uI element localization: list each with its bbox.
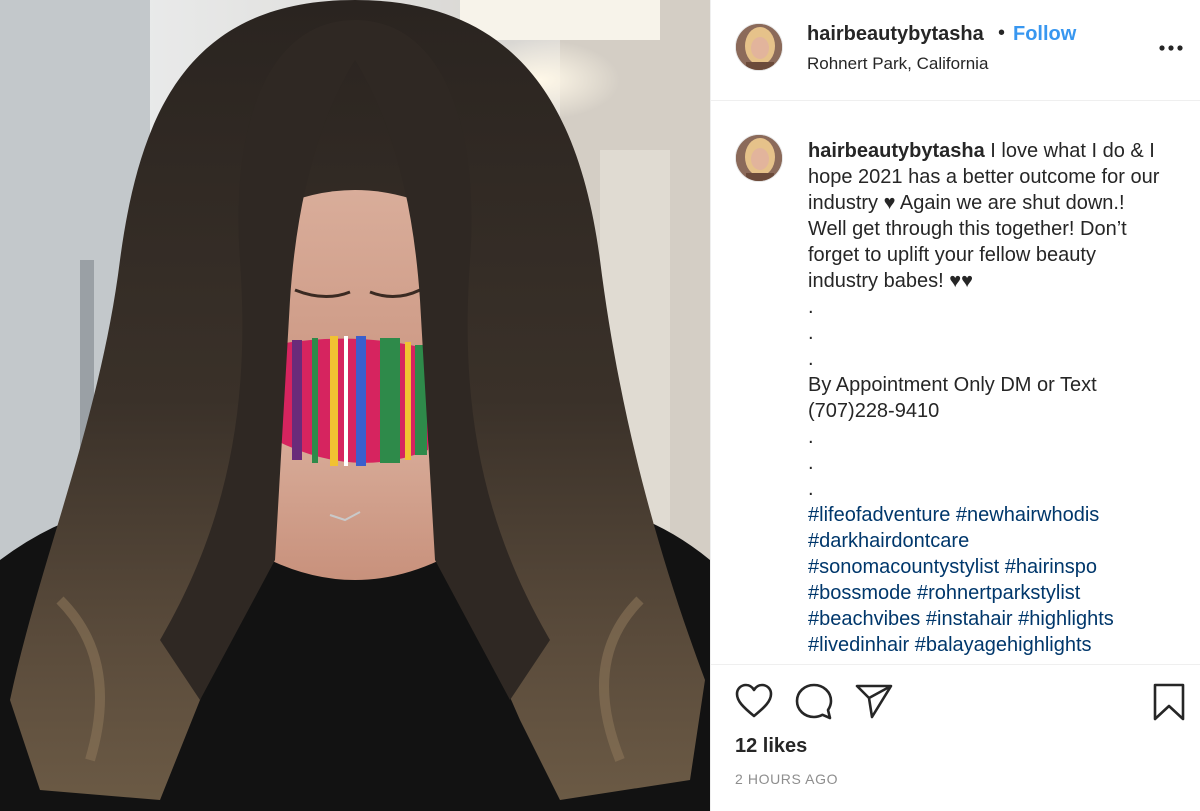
hashtag-link[interactable]: #lifeofadventure xyxy=(808,504,950,526)
post-side-panel: hairbeautybytasha • Follow Rohnert Park,… xyxy=(710,0,1200,811)
post-photo[interactable] xyxy=(0,0,710,811)
caption-line: . xyxy=(808,296,814,318)
caption-line: . xyxy=(808,348,814,370)
hashtag-link[interactable]: #instahair xyxy=(926,608,1013,630)
hashtag-link[interactable]: #livedinhair xyxy=(808,634,909,656)
follow-button[interactable]: Follow xyxy=(1013,23,1076,46)
post-timestamp[interactable]: 2 HOURS AGO xyxy=(735,771,838,787)
caption-line: industry ♥ Again we are shut down.! xyxy=(808,192,1125,214)
hashtag-link[interactable]: #bossmode xyxy=(808,582,911,604)
caption-line: hairbeautybytasha I love what I do & I xyxy=(808,138,1188,164)
caption-line: industry babes! ♥♥ xyxy=(808,270,973,292)
hashtag-link[interactable]: #hairinspo xyxy=(1005,556,1097,578)
avatar[interactable] xyxy=(735,134,783,182)
header-username[interactable]: hairbeautybytasha xyxy=(807,23,984,46)
caption-line: . xyxy=(808,478,814,500)
likes-count[interactable]: 12 likes xyxy=(735,735,807,758)
comment-icon[interactable] xyxy=(795,683,833,726)
caption-line: . xyxy=(808,452,814,474)
post-actions: 12 likes 2 HOURS AGO xyxy=(711,664,1200,811)
bookmark-icon[interactable] xyxy=(1152,683,1186,726)
post-header: hairbeautybytasha • Follow Rohnert Park,… xyxy=(711,0,1200,101)
caption-line: . xyxy=(808,322,814,344)
hashtag-line: #lifeofadventure #newhairwhodis xyxy=(808,502,1188,528)
hashtag-link[interactable]: #beachvibes xyxy=(808,608,920,630)
heart-icon[interactable] xyxy=(735,683,773,724)
caption-line: forget to uplift your fellow beauty xyxy=(808,244,1096,266)
caption-line: Well get through this together! Don’t xyxy=(808,218,1127,240)
hashtag-line: #bossmode #rohnertparkstylist xyxy=(808,580,1188,606)
caption-username[interactable]: hairbeautybytasha xyxy=(808,140,985,162)
caption-line: By Appointment Only DM or Text xyxy=(808,374,1097,396)
avatar-image xyxy=(736,135,782,181)
hashtag-link[interactable]: #newhairwhodis xyxy=(956,504,1099,526)
avatar[interactable] xyxy=(735,23,783,71)
hashtag-line: #sonomacountystylist #hairinspo xyxy=(808,554,1188,580)
hashtag-line: #livedinhair #balayagehighlights xyxy=(808,632,1188,658)
hashtag-link[interactable]: #sonomacountystylist xyxy=(808,556,999,578)
caption-line: . xyxy=(808,426,814,448)
hashtag-line: #beachvibes #instahair #highlights xyxy=(808,606,1188,632)
avatar-image xyxy=(736,24,782,70)
face-mask xyxy=(272,336,432,466)
hashtag-link[interactable]: #darkhairdontcare xyxy=(808,530,969,552)
send-icon[interactable] xyxy=(855,683,893,724)
photo-illustration xyxy=(0,0,710,811)
caption-line: (707)228-9410 xyxy=(808,400,940,422)
hashtag-link[interactable]: #highlights xyxy=(1018,608,1114,630)
more-horizontal-icon[interactable] xyxy=(1157,38,1185,58)
hashtag-line: #darkhairdontcare xyxy=(808,528,1188,554)
hashtag-link[interactable]: #balayagehighlights xyxy=(915,634,1092,656)
caption-text: I love what I do & I xyxy=(990,140,1155,162)
post-location[interactable]: Rohnert Park, California xyxy=(807,54,988,74)
hashtag-list: #lifeofadventure #newhairwhodis #darkhai… xyxy=(808,502,1188,658)
header-separator: • xyxy=(998,22,1006,44)
caption-area: hairbeautybytasha I love what I do & I h… xyxy=(711,101,1200,664)
post-caption: hairbeautybytasha I love what I do & I h… xyxy=(808,138,1188,658)
hashtag-link[interactable]: #rohnertparkstylist xyxy=(917,582,1080,604)
caption-line: hope 2021 has a better outcome for our xyxy=(808,166,1160,188)
